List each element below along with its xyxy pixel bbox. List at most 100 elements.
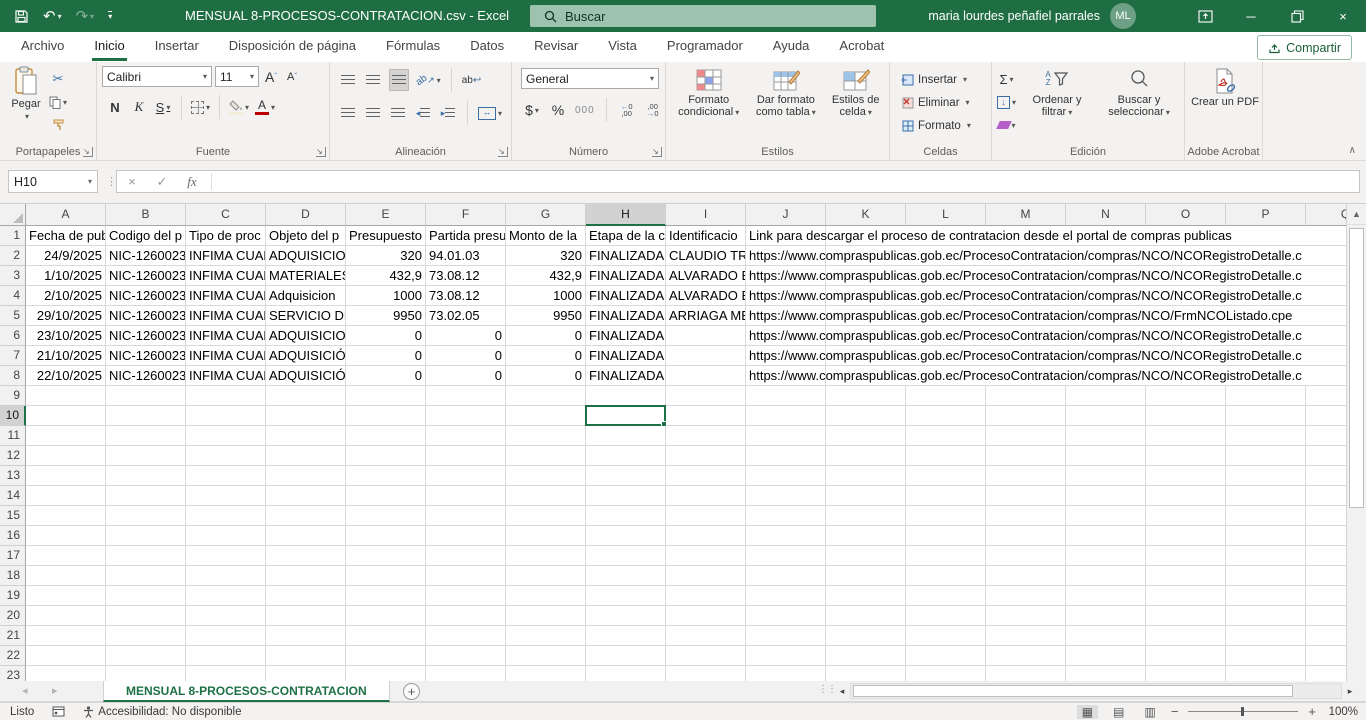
cell-D4[interactable]: Adquisicion [266, 286, 346, 306]
cell-E14[interactable] [346, 486, 426, 506]
cell-D20[interactable] [266, 606, 346, 626]
cell-O20[interactable] [1146, 606, 1226, 626]
cell-C20[interactable] [186, 606, 266, 626]
column-header-I[interactable]: I [666, 204, 746, 226]
zoom-in-button[interactable]: + [1308, 704, 1316, 719]
cell-N20[interactable] [1066, 606, 1146, 626]
cell-E21[interactable] [346, 626, 426, 646]
cell-M18[interactable] [986, 566, 1066, 586]
cell-F17[interactable] [426, 546, 506, 566]
cell-C7[interactable]: INFIMA CUAN [186, 346, 266, 366]
cell-H20[interactable] [586, 606, 666, 626]
cell-N11[interactable] [1066, 426, 1146, 446]
cell-J23[interactable] [746, 666, 826, 681]
cell-E1[interactable]: Presupuesto [346, 226, 426, 246]
cell-C1[interactable]: Tipo de proc [186, 226, 266, 246]
horizontal-scrollbar[interactable]: ◂ ▸ [834, 683, 1358, 699]
cell-B18[interactable] [106, 566, 186, 586]
cell-I7[interactable] [666, 346, 746, 366]
ribbon-display-options-button[interactable] [1182, 0, 1228, 32]
cell-A15[interactable] [26, 506, 106, 526]
cell-K18[interactable] [826, 566, 906, 586]
cell-B8[interactable]: NIC-1260023 [106, 366, 186, 386]
cell-K23[interactable] [826, 666, 906, 681]
merge-center-button[interactable]: ↔▾ [478, 103, 502, 123]
cell-J12[interactable] [746, 446, 826, 466]
cell-J13[interactable] [746, 466, 826, 486]
cell-B23[interactable] [106, 666, 186, 681]
cell-H12[interactable] [586, 446, 666, 466]
cell-O22[interactable] [1146, 646, 1226, 666]
column-header-B[interactable]: B [106, 204, 186, 226]
cell-J7[interactable]: https://www.compraspublicas.gob.ec/Proce… [746, 346, 826, 366]
cell-J6[interactable]: https://www.compraspublicas.gob.ec/Proce… [746, 326, 826, 346]
cell-G20[interactable] [506, 606, 586, 626]
cell-H6[interactable]: FINALIZADA [586, 326, 666, 346]
cell-C2[interactable]: INFIMA CUAN [186, 246, 266, 266]
bold-button[interactable]: N [106, 97, 124, 117]
cell-A21[interactable] [26, 626, 106, 646]
cell-J3[interactable]: https://www.compraspublicas.gob.ec/Proce… [746, 266, 826, 286]
cell-O17[interactable] [1146, 546, 1226, 566]
cell-H1[interactable]: Etapa de la c [586, 226, 666, 246]
cell-H8[interactable]: FINALIZADA [586, 366, 666, 386]
cell-K12[interactable] [826, 446, 906, 466]
tab-programador[interactable]: Programador [652, 32, 758, 62]
format-cells-button[interactable]: Formato▾ [901, 115, 988, 136]
cell-J16[interactable] [746, 526, 826, 546]
cell-M9[interactable] [986, 386, 1066, 406]
row-header-5[interactable]: 5 [0, 306, 26, 326]
cell-F3[interactable]: 73.08.12 [426, 266, 506, 286]
column-header-O[interactable]: O [1146, 204, 1226, 226]
italic-button[interactable]: K [130, 97, 148, 117]
cell-I10[interactable] [666, 406, 746, 426]
row-header-3[interactable]: 3 [0, 266, 26, 286]
scroll-left-icon[interactable]: ◂ [834, 686, 850, 697]
cell-G2[interactable]: 320 [506, 246, 586, 266]
tab-vista[interactable]: Vista [593, 32, 652, 62]
cell-P18[interactable] [1226, 566, 1306, 586]
cell-G3[interactable]: 432,9 [506, 266, 586, 286]
cell-F9[interactable] [426, 386, 506, 406]
row-header-11[interactable]: 11 [0, 426, 26, 446]
cell-L12[interactable] [906, 446, 986, 466]
cell-O10[interactable] [1146, 406, 1226, 426]
cell-J1[interactable]: Link para descargar el proceso de contra… [746, 226, 826, 246]
cell-K14[interactable] [826, 486, 906, 506]
cell-B4[interactable]: NIC-1260023 [106, 286, 186, 306]
cell-F20[interactable] [426, 606, 506, 626]
row-header-20[interactable]: 20 [0, 606, 26, 626]
cell-G6[interactable]: 0 [506, 326, 586, 346]
cell-O18[interactable] [1146, 566, 1226, 586]
cell-B7[interactable]: NIC-1260023 [106, 346, 186, 366]
decrease-decimal-button[interactable]: ,00→0 [644, 100, 662, 120]
column-header-E[interactable]: E [346, 204, 426, 226]
vertical-scrollbar-thumb[interactable] [1349, 228, 1364, 508]
cell-B22[interactable] [106, 646, 186, 666]
comma-format-button[interactable]: 000 [575, 100, 595, 120]
cell-J21[interactable] [746, 626, 826, 646]
cell-N21[interactable] [1066, 626, 1146, 646]
cell-O12[interactable] [1146, 446, 1226, 466]
cell-F13[interactable] [426, 466, 506, 486]
cell-D3[interactable]: MATERIALES [266, 266, 346, 286]
cell-F8[interactable]: 0 [426, 366, 506, 386]
row-header-4[interactable]: 4 [0, 286, 26, 306]
cell-J19[interactable] [746, 586, 826, 606]
cell-E8[interactable]: 0 [346, 366, 426, 386]
undo-button[interactable]: ↶▾ [43, 7, 62, 25]
cell-G18[interactable] [506, 566, 586, 586]
cell-I5[interactable]: ARRIAGA ME [666, 306, 746, 326]
macro-record-button[interactable] [52, 706, 65, 717]
cell-M23[interactable] [986, 666, 1066, 681]
cell-A23[interactable] [26, 666, 106, 681]
cell-B6[interactable]: NIC-1260023 [106, 326, 186, 346]
cell-I22[interactable] [666, 646, 746, 666]
column-header-M[interactable]: M [986, 204, 1066, 226]
cell-A22[interactable] [26, 646, 106, 666]
cell-A17[interactable] [26, 546, 106, 566]
cell-D21[interactable] [266, 626, 346, 646]
cell-O11[interactable] [1146, 426, 1226, 446]
cell-M12[interactable] [986, 446, 1066, 466]
cell-F16[interactable] [426, 526, 506, 546]
